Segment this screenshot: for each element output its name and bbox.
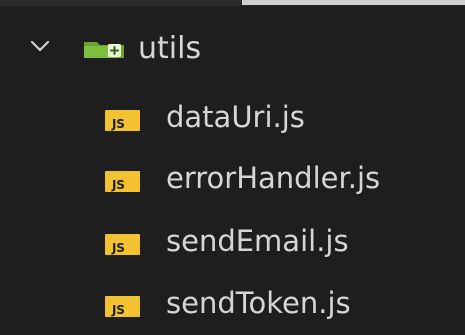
file-label: dataUri.js — [166, 100, 305, 134]
js-icon-label: JS — [112, 178, 125, 192]
file-label: sendToken.js — [166, 286, 351, 320]
file-explorer-panel: utils JS dataUri.js JS errorHandler.js J… — [0, 0, 465, 335]
js-icon-label: JS — [112, 303, 125, 317]
js-file-icon: JS — [105, 110, 140, 131]
folder-open-icon — [84, 42, 124, 58]
js-icon-label: JS — [112, 241, 125, 255]
chevron-down-icon[interactable] — [30, 39, 50, 53]
file-label: sendEmail.js — [166, 224, 349, 258]
top-edge-highlight — [242, 0, 465, 5]
file-row-datauri[interactable]: JS dataUri.js — [0, 86, 465, 148]
js-file-icon: JS — [105, 234, 140, 255]
folder-label: utils — [138, 31, 202, 66]
file-row-sendtoken[interactable]: JS sendToken.js — [0, 272, 465, 334]
file-row-errorhandler[interactable]: JS errorHandler.js — [0, 147, 465, 209]
js-icon-label: JS — [112, 117, 125, 131]
js-file-icon: JS — [105, 296, 140, 317]
file-label: errorHandler.js — [166, 161, 381, 195]
js-file-icon: JS — [105, 171, 140, 192]
file-row-sendemail[interactable]: JS sendEmail.js — [0, 210, 465, 272]
folder-row-utils[interactable]: utils — [0, 24, 465, 74]
